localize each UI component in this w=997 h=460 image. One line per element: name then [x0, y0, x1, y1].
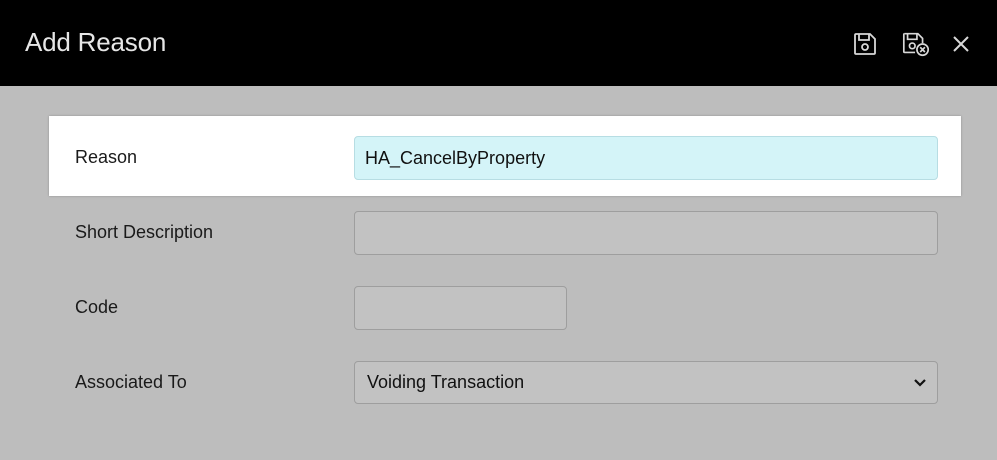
save-button[interactable]	[850, 29, 880, 59]
short-description-label: Short Description	[75, 222, 214, 242]
code-label: Code	[75, 297, 119, 317]
chevron-down-icon	[914, 379, 926, 387]
close-icon	[953, 36, 969, 52]
associated-to-select[interactable]: Voiding Transaction	[354, 361, 938, 404]
reason-label: Reason	[75, 147, 138, 167]
reason-input-value: HA_CancelByProperty	[365, 147, 546, 168]
associated-to-selected-value: Voiding Transaction	[367, 372, 525, 392]
close-button[interactable]	[946, 29, 976, 59]
save-and-close-button[interactable]	[901, 29, 931, 59]
short-description-input[interactable]	[354, 211, 938, 255]
reason-input[interactable]: HA_CancelByProperty	[354, 136, 938, 180]
dialog-header: Add Reason	[0, 0, 997, 86]
save-icon	[854, 33, 876, 55]
associated-to-label: Associated To	[75, 372, 187, 392]
code-input[interactable]	[354, 286, 567, 330]
dialog-title: Add Reason	[25, 27, 167, 57]
save-close-icon	[902, 32, 930, 57]
